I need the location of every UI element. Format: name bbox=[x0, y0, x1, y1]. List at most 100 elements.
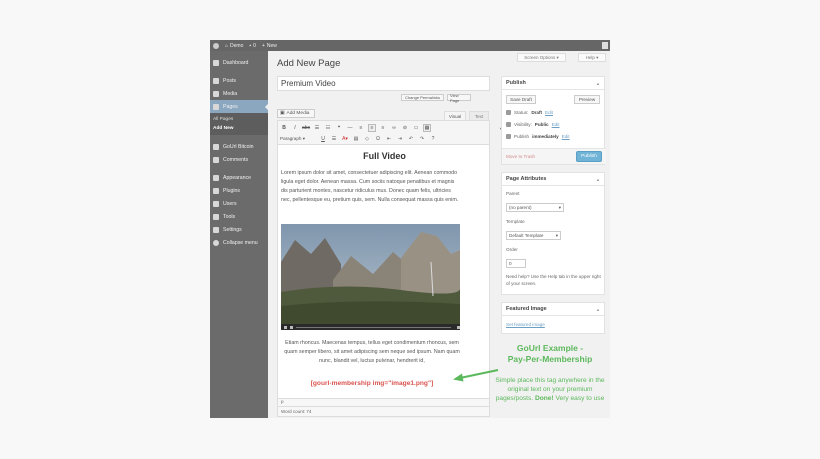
submenu-all-pages[interactable]: All Pages bbox=[210, 115, 268, 124]
horizontal-line-icon[interactable]: — bbox=[346, 124, 354, 132]
save-draft-button[interactable]: Save Draft bbox=[506, 95, 536, 104]
format-value: Paragraph bbox=[280, 136, 302, 141]
special-character-icon[interactable]: Ω bbox=[374, 135, 382, 143]
sidebar-item-comments[interactable]: Comments bbox=[210, 153, 268, 166]
visibility-edit-link[interactable]: Edit bbox=[552, 122, 560, 127]
template-label: Template bbox=[506, 219, 525, 224]
new-label: New bbox=[266, 42, 277, 49]
site-menu[interactable]: ⌂ Demo bbox=[225, 43, 243, 49]
strikethrough-icon[interactable]: abc bbox=[302, 124, 310, 132]
underline-icon[interactable]: U bbox=[319, 135, 327, 143]
editor-path: p bbox=[277, 399, 490, 407]
add-media-button[interactable]: ▣ Add Media bbox=[277, 109, 315, 118]
dashboard-icon bbox=[213, 59, 219, 66]
parent-label: Parent bbox=[506, 191, 520, 196]
help-icon[interactable]: ? bbox=[429, 135, 437, 143]
users-icon bbox=[213, 200, 219, 207]
editor-content[interactable]: Full Video Lorem ipsum dolor sit amet, c… bbox=[277, 145, 490, 399]
sidebar-item-tools[interactable]: Tools bbox=[210, 210, 268, 223]
indent-icon[interactable]: ⇥ bbox=[396, 135, 404, 143]
panel-title: Page Attributes bbox=[506, 176, 547, 182]
tab-visual[interactable]: Visual bbox=[444, 111, 466, 120]
post-title-input[interactable]: Premium Video bbox=[277, 76, 490, 91]
toolbar-toggle-icon[interactable]: ▦ bbox=[423, 124, 431, 132]
sidebar-item-settings[interactable]: Settings bbox=[210, 223, 268, 236]
italic-icon[interactable]: I bbox=[291, 124, 299, 132]
align-right-icon[interactable]: ≡ bbox=[379, 124, 387, 132]
play-icon[interactable] bbox=[284, 325, 287, 329]
callout-done-text: Done! bbox=[534, 395, 554, 402]
outdent-icon[interactable]: ⇤ bbox=[385, 135, 393, 143]
justify-icon[interactable]: ☰ bbox=[330, 135, 338, 143]
new-content-menu[interactable]: + New bbox=[262, 43, 277, 49]
submenu-add-new[interactable]: Add New bbox=[210, 124, 268, 133]
publish-panel-header[interactable]: Publish ▲ bbox=[502, 77, 604, 90]
publish-actions: Move to Trash Publish bbox=[502, 148, 606, 164]
sidebar-item-label: Users bbox=[223, 200, 237, 207]
featured-image-header[interactable]: Featured Image ▲ bbox=[502, 303, 604, 316]
change-permalinks-button[interactable]: Change Permalinks bbox=[401, 94, 444, 101]
video-controls bbox=[281, 324, 460, 330]
read-more-icon[interactable]: ▭ bbox=[412, 124, 420, 132]
callout-body-end: Very easy to use bbox=[553, 395, 605, 402]
fullscreen-video-icon[interactable] bbox=[457, 325, 460, 329]
sidebar-item-media[interactable]: Media bbox=[210, 87, 268, 100]
sidebar-item-label: Posts bbox=[223, 77, 236, 84]
clear-formatting-icon[interactable]: ◇ bbox=[363, 135, 371, 143]
view-page-button[interactable]: View Page bbox=[447, 93, 471, 103]
paste-text-icon[interactable]: ▤ bbox=[352, 135, 360, 143]
parent-select[interactable]: (no parent) ▾ bbox=[506, 203, 564, 212]
schedule-edit-link[interactable]: Edit bbox=[562, 134, 570, 139]
collapse-arrow-icon[interactable]: ▲ bbox=[596, 307, 600, 312]
sidebar-item-collapse[interactable]: Collapse menu bbox=[210, 236, 268, 249]
collapse-arrow-icon[interactable]: ▲ bbox=[596, 81, 600, 86]
template-value: Default Template bbox=[509, 233, 544, 238]
insert-link-icon[interactable]: ∞ bbox=[390, 124, 398, 132]
publish-button[interactable]: Publish bbox=[576, 151, 602, 162]
set-featured-image-link[interactable]: Set featured image bbox=[506, 322, 545, 327]
video-progress-bar[interactable] bbox=[296, 326, 451, 328]
numbered-list-icon[interactable]: ☷ bbox=[324, 124, 332, 132]
bullet-list-icon[interactable]: ☰ bbox=[313, 124, 321, 132]
sidebar-item-gourl-bitcoin[interactable]: GoUrl Bitcoin bbox=[210, 140, 268, 153]
sidebar-item-appearance[interactable]: Appearance bbox=[210, 171, 268, 184]
comments-count: 0 bbox=[253, 42, 256, 49]
text-color-icon[interactable]: A▾ bbox=[341, 135, 349, 143]
media-icon bbox=[213, 90, 219, 97]
wordpress-logo-icon[interactable] bbox=[213, 42, 219, 49]
sidebar-item-plugins[interactable]: Plugins bbox=[210, 184, 268, 197]
screen-options-button[interactable]: Screen Options ▾ bbox=[517, 53, 566, 62]
volume-icon[interactable] bbox=[290, 325, 293, 329]
unlink-icon[interactable]: ⊘ bbox=[401, 124, 409, 132]
preview-button[interactable]: Preview bbox=[574, 95, 600, 104]
user-avatar[interactable] bbox=[602, 42, 608, 49]
collapse-arrow-icon[interactable]: ▲ bbox=[596, 177, 600, 182]
blockquote-icon[interactable]: ❝ bbox=[335, 124, 343, 132]
help-button[interactable]: Help ▾ bbox=[578, 53, 606, 62]
sidebar-item-dashboard[interactable]: Dashboard bbox=[210, 56, 268, 69]
video-embed[interactable] bbox=[281, 224, 461, 330]
tab-text[interactable]: Text bbox=[469, 111, 489, 120]
page-attributes-header[interactable]: Page Attributes ▲ bbox=[502, 173, 604, 186]
sidebar-item-users[interactable]: Users bbox=[210, 197, 268, 210]
sidebar-item-pages[interactable]: Pages bbox=[210, 100, 269, 113]
move-to-trash-link[interactable]: Move to Trash bbox=[506, 154, 535, 159]
parent-value: (no parent) bbox=[509, 205, 532, 210]
status-edit-link[interactable]: Edit bbox=[545, 110, 553, 115]
callout-body: Simple place this tag anywhere in the or… bbox=[490, 376, 610, 403]
format-select[interactable]: Paragraph ▾ bbox=[280, 136, 316, 142]
bold-icon[interactable]: B bbox=[280, 124, 288, 132]
order-input[interactable]: 0 bbox=[506, 259, 526, 268]
sidebar-item-posts[interactable]: Posts bbox=[210, 74, 268, 87]
template-select[interactable]: Default Template ▾ bbox=[506, 231, 561, 240]
comments-menu[interactable]: ▪ 0 bbox=[249, 43, 256, 49]
align-center-icon[interactable]: ≡ bbox=[368, 124, 376, 132]
redo-icon[interactable]: ↷ bbox=[418, 135, 426, 143]
page-title: Add New Page bbox=[277, 58, 341, 69]
pin-icon bbox=[506, 110, 511, 115]
align-left-icon[interactable]: ≡ bbox=[357, 124, 365, 132]
brush-icon bbox=[213, 174, 219, 181]
add-media-label: Add Media bbox=[286, 111, 310, 116]
undo-icon[interactable]: ↶ bbox=[407, 135, 415, 143]
page-attributes-panel: Page Attributes ▲ Parent (no parent) ▾ Tem… bbox=[501, 172, 605, 295]
